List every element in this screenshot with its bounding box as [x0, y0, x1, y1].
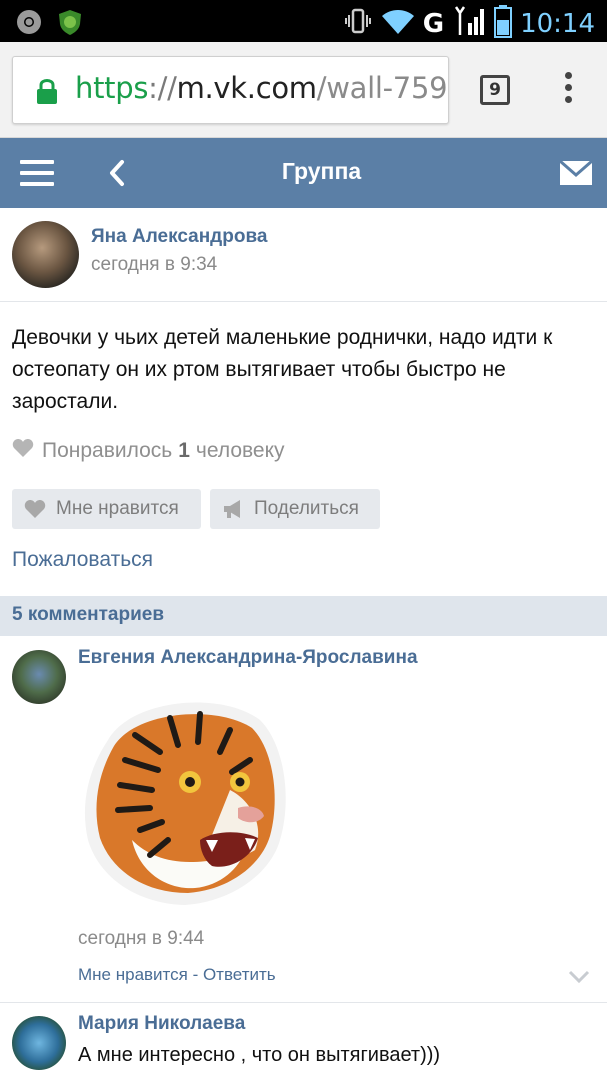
author-avatar[interactable]	[12, 221, 79, 288]
comment-timestamp: сегодня в 9:44	[78, 928, 205, 949]
url-path: /wall-75921(	[316, 71, 448, 105]
likes-suffix: человеку	[195, 439, 285, 462]
url-scheme: https	[75, 71, 149, 105]
comment-actions[interactable]: Мне нравится - Ответить	[78, 965, 276, 985]
dot-icon	[564, 84, 572, 91]
comment-author-name[interactable]: Мария Николаева	[78, 1013, 245, 1035]
url-text: https://m.vk.com/wall-75921(	[75, 71, 448, 105]
likes-summary[interactable]: Понравилось 1 человеку	[12, 438, 285, 464]
post-author-name[interactable]: Яна Александрова	[91, 226, 267, 248]
browser-menu-button[interactable]	[560, 72, 576, 112]
post-text: Девочки у чьих детей маленькие роднички,…	[12, 326, 553, 413]
vibrate-icon	[343, 6, 373, 41]
share-button[interactable]: Поделиться	[210, 489, 380, 529]
wifi-icon	[381, 6, 415, 41]
comment-text: А мне интересно , что он вытягивает)))	[78, 1044, 441, 1066]
like-button[interactable]: Мне нравится	[12, 489, 201, 529]
heart-icon	[12, 438, 34, 464]
url-host: m.vk.com	[176, 71, 317, 105]
status-bar: G 10:14	[0, 0, 607, 42]
comment-divider	[0, 1002, 607, 1003]
share-button-label: Поделиться	[254, 498, 359, 519]
signal-icon	[452, 5, 486, 42]
tiger-sticker	[80, 690, 290, 908]
chevron-down-icon[interactable]	[568, 970, 590, 989]
app-header: Группа	[0, 138, 607, 208]
shield-app-icon	[56, 8, 84, 41]
post-timestamp: сегодня в 9:34	[91, 254, 218, 275]
network-type: G	[422, 8, 445, 39]
heart-icon	[24, 500, 46, 518]
post-header: Яна Александрова сегодня в 9:34	[0, 208, 607, 302]
browser-toolbar: https://m.vk.com/wall-75921( 9	[0, 42, 607, 138]
battery-icon	[494, 4, 513, 43]
chrome-icon	[16, 9, 42, 40]
megaphone-icon	[224, 500, 240, 518]
likes-count: 1	[178, 439, 190, 462]
report-link[interactable]: Пожаловаться	[12, 548, 153, 572]
tab-switcher-button[interactable]: 9	[480, 75, 510, 105]
comment-author-name[interactable]: Евгения Александрина-Ярославина	[78, 647, 418, 669]
lock-icon	[35, 77, 59, 110]
mail-icon[interactable]	[559, 159, 593, 191]
dot-icon	[564, 96, 572, 103]
page-title: Группа	[281, 158, 362, 184]
back-arrow-icon[interactable]	[106, 158, 126, 193]
dot-icon	[564, 72, 572, 79]
comments-count: 5 комментариев	[12, 604, 165, 625]
comment-avatar[interactable]	[12, 1016, 66, 1070]
clock: 10:14	[520, 8, 595, 39]
comment-avatar[interactable]	[12, 650, 66, 704]
like-button-label: Мне нравится	[56, 498, 179, 519]
address-bar[interactable]: https://m.vk.com/wall-75921(	[12, 56, 449, 124]
url-separator: ://	[148, 71, 177, 105]
likes-prefix: Понравилось	[42, 439, 173, 462]
comments-header: 5 комментариев	[0, 596, 607, 636]
